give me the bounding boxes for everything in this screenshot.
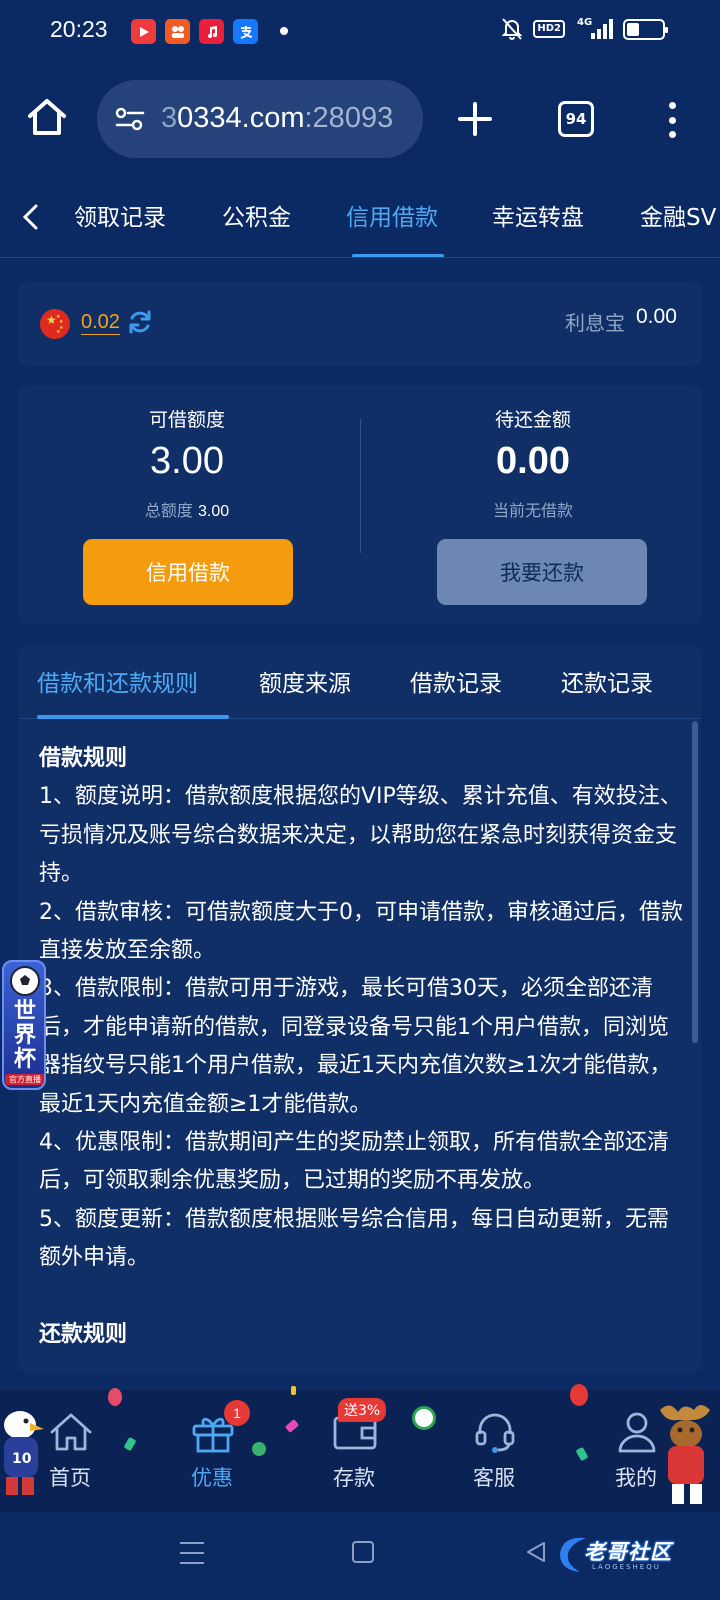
total-credit-label: 总额度: [144, 501, 193, 520]
tab-loan-records[interactable]: 借款记录: [410, 664, 502, 698]
url-text: 30334.com:28093: [161, 102, 393, 135]
category-tab-finance[interactable]: 金融SV: [640, 198, 716, 232]
credit-loan-button[interactable]: 信用借款: [83, 539, 293, 605]
battery-level: [627, 22, 639, 36]
ball-decoration-icon: [412, 1406, 436, 1430]
url-bar[interactable]: 30334.com:28093: [97, 80, 423, 158]
nav-promotions-label: 优惠: [191, 1466, 233, 1490]
nav-promotions[interactable]: 1 优惠: [152, 1390, 272, 1512]
recent-apps-icon[interactable]: [180, 1542, 204, 1564]
svg-text:10: 10: [12, 1451, 32, 1467]
interest-treasure-label: 利息宝: [565, 311, 625, 335]
borrow-rules-heading: 借款规则: [39, 746, 128, 771]
nav-customer-service[interactable]: 客服: [434, 1390, 554, 1512]
available-credit-value: 3.00: [150, 440, 224, 482]
rule-item: 3、借款限制：借款可用于游戏，最长可借30天，必须全部还清后，才能申请新的借款，…: [39, 976, 672, 1117]
rule-item: 5、额度更新：借款额度根据账号综合信用，每日自动更新，无需额外申请。: [39, 1206, 669, 1271]
rules-tab-active-indicator: [37, 715, 229, 719]
signal-icon: 4G: [575, 17, 613, 41]
world-cup-title: 世界杯: [13, 999, 36, 1072]
nav-deposit[interactable]: 送3% 存款: [294, 1390, 414, 1512]
category-tab-lucky-wheel[interactable]: 幸运转盘: [492, 198, 584, 232]
nav-deposit-label: 存款: [333, 1466, 375, 1490]
rules-content: 借款规则 1、额度说明：借款额度根据您的VIP等级、累计充值、有效投注、亏损情况…: [39, 740, 687, 1354]
tab-loan-repay-rules[interactable]: 借款和还款规则: [37, 664, 198, 698]
watermark-subtitle: LAOGESHEQU: [592, 1563, 661, 1571]
column-divider: [360, 419, 361, 553]
eagle-mascot-icon: 10: [4, 1411, 44, 1495]
promotions-badge: 1: [224, 1400, 250, 1426]
status-bar: 20:23 HD2 4G: [0, 0, 720, 64]
balance-card: ★ ★ ★ ★ ★ 0.02 利息宝 0.00: [19, 282, 701, 366]
category-tab-claim-records[interactable]: 领取记录: [74, 198, 166, 232]
repay-button[interactable]: 我要还款: [437, 539, 647, 605]
alipay-app-icon: [233, 19, 258, 44]
status-indicators: HD2 4G: [501, 17, 668, 41]
nav-customer-service-label: 客服: [473, 1466, 515, 1490]
world-cup-floating-badge[interactable]: 世界杯 官方直播: [2, 960, 46, 1090]
category-tab-provident-fund[interactable]: 公积金: [222, 198, 291, 232]
total-credit: 总额度 3.00: [19, 497, 355, 521]
tab-credit-source[interactable]: 额度来源: [259, 664, 351, 698]
music-app-icon: [199, 19, 224, 44]
more-menu-icon[interactable]: [662, 100, 682, 140]
browser-toolbar: 30334.com:28093 94: [0, 64, 720, 176]
chevron-left-icon[interactable]: [16, 200, 46, 234]
battery-icon: [623, 18, 668, 40]
pending-repayment-value: 0.00: [496, 440, 570, 482]
video-app-icon: [131, 19, 156, 44]
loan-summary-card: 可借额度 3.00 总额度 3.00 信用借款 待还金额 0.00 当前无借款 …: [19, 385, 701, 625]
china-flag-icon: ★ ★ ★ ★ ★: [40, 309, 70, 339]
moose-mascot-icon: [660, 1405, 710, 1504]
bottom-nav: 首页 1 优惠 送3% 存款 客服 我的: [0, 1384, 720, 1512]
headset-icon: [475, 1413, 515, 1453]
hd-badge: HD2: [533, 20, 565, 38]
rules-scrollbar[interactable]: [692, 721, 698, 1043]
home-icon[interactable]: [26, 96, 68, 138]
repay-rules-heading: 还款规则: [39, 1321, 128, 1347]
site-settings-icon[interactable]: [115, 105, 145, 133]
category-tab-credit-loan[interactable]: 信用借款: [346, 198, 438, 232]
url-host: 0334.com: [177, 102, 305, 134]
system-home-icon[interactable]: [352, 1541, 374, 1563]
soccer-ball-icon: [10, 966, 40, 996]
refresh-icon[interactable]: [127, 309, 153, 335]
system-back-icon[interactable]: [524, 1540, 548, 1564]
url-port: :28093: [304, 102, 394, 134]
status-time: 20:23: [50, 16, 108, 42]
total-credit-value: 3.00: [197, 503, 230, 520]
rule-item: 2、借款审核：可借款额度大于0，可申请借款，审核通过后，借款直接发放至余额。: [39, 899, 683, 964]
watermark-logo: 老哥社区 LAOGESHEQU: [554, 1530, 704, 1578]
status-app-icons: [131, 19, 258, 44]
category-active-indicator: [352, 254, 444, 257]
rules-panel: 借款和还款规则 额度来源 借款记录 还款记录 借款规则 1、额度说明：借款额度根…: [19, 645, 701, 1373]
url-faded: 3: [161, 102, 178, 134]
deposit-bonus-badge: 送3%: [338, 1398, 387, 1422]
tab-switcher-button[interactable]: 94: [558, 101, 594, 137]
tab-repay-records[interactable]: 还款记录: [561, 664, 653, 698]
system-navigation-bar: 老哥社区 LAOGESHEQU: [0, 1512, 720, 1600]
available-credit-label: 可借额度: [148, 409, 225, 431]
pending-repayment-column: 待还金额 0.00 当前无借款 我要还款: [365, 385, 701, 625]
world-cup-subtitle: 官方直播: [5, 1074, 44, 1085]
home-icon: [50, 1413, 92, 1451]
no-loan-note: 当前无借款: [492, 501, 573, 520]
rules-tabs: 借款和还款规则 额度来源 借款记录 还款记录: [19, 645, 701, 719]
notification-dot-icon: [280, 27, 288, 35]
media-app-icon: [165, 19, 190, 44]
pending-repayment-label: 待还金额: [494, 409, 571, 431]
rule-item: 1、额度说明：借款额度根据您的VIP等级、累计充值、有效投注、亏损情况及账号综合…: [39, 784, 682, 887]
rule-item: 4、优惠限制：借款期间产生的奖励禁止领取，所有借款全部还清后，可领取剩余优惠奖励…: [39, 1130, 669, 1194]
bell-muted-icon: [501, 18, 523, 40]
watermark-title: 老哥社区: [584, 1540, 672, 1564]
available-credit-column: 可借额度 3.00 总额度 3.00 信用借款: [19, 385, 355, 625]
category-nav: 领取记录 公积金 信用借款 幸运转盘 金融SV: [0, 176, 720, 258]
new-tab-icon[interactable]: [456, 100, 494, 138]
interest-treasure-value: 0.00: [636, 305, 677, 328]
balance-amount[interactable]: 0.02: [81, 310, 120, 335]
